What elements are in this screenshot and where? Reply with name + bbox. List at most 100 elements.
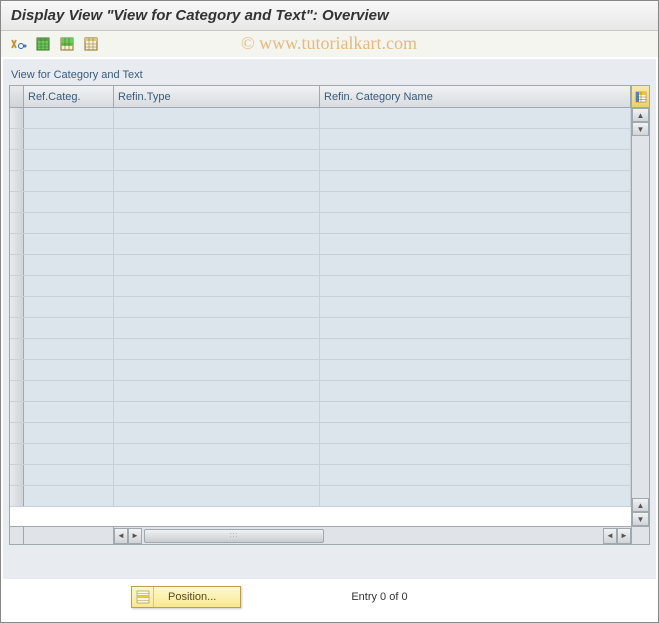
toggle-display-change-button[interactable] xyxy=(9,35,29,53)
scroll-down-button[interactable]: ▼ xyxy=(632,122,649,136)
cell[interactable] xyxy=(320,423,631,443)
cell[interactable] xyxy=(114,318,320,338)
column-header-refcateg[interactable]: Ref.Categ. xyxy=(24,86,114,107)
cell[interactable] xyxy=(114,234,320,254)
cell[interactable] xyxy=(24,444,114,464)
cell[interactable] xyxy=(320,108,631,128)
cell[interactable] xyxy=(114,297,320,317)
cell[interactable] xyxy=(320,318,631,338)
cell[interactable] xyxy=(320,297,631,317)
cell[interactable] xyxy=(114,381,320,401)
cell[interactable] xyxy=(24,192,114,212)
toolbar: © www.tutorialkart.com xyxy=(1,31,658,57)
row-selector[interactable] xyxy=(10,276,24,296)
row-selector[interactable] xyxy=(10,444,24,464)
scroll-right-button-2[interactable]: ► xyxy=(617,528,631,544)
cell[interactable] xyxy=(114,255,320,275)
table-row xyxy=(10,150,631,171)
scroll-up-button-2[interactable]: ▲ xyxy=(632,498,649,512)
cell[interactable] xyxy=(24,360,114,380)
cell[interactable] xyxy=(320,402,631,422)
cell[interactable] xyxy=(24,423,114,443)
cell[interactable] xyxy=(24,276,114,296)
cell[interactable] xyxy=(24,150,114,170)
cell[interactable] xyxy=(114,486,320,506)
row-selector[interactable] xyxy=(10,171,24,191)
cell[interactable] xyxy=(320,276,631,296)
cell[interactable] xyxy=(320,150,631,170)
column-header-refincatname[interactable]: Refin. Category Name xyxy=(320,86,631,107)
cell[interactable] xyxy=(114,465,320,485)
cell[interactable] xyxy=(320,381,631,401)
cell[interactable] xyxy=(24,129,114,149)
cell[interactable] xyxy=(114,129,320,149)
cell[interactable] xyxy=(24,486,114,506)
cell[interactable] xyxy=(320,192,631,212)
cell[interactable] xyxy=(320,213,631,233)
cell[interactable] xyxy=(320,171,631,191)
row-selector[interactable] xyxy=(10,381,24,401)
cell[interactable] xyxy=(114,360,320,380)
cell[interactable] xyxy=(114,444,320,464)
cell[interactable] xyxy=(24,234,114,254)
vertical-scrollbar[interactable]: ▲ ▼ ▲ ▼ xyxy=(631,108,649,526)
select-block-button[interactable] xyxy=(57,35,77,53)
cell[interactable] xyxy=(24,171,114,191)
cell[interactable] xyxy=(114,402,320,422)
scroll-left-button[interactable]: ◄ xyxy=(114,528,128,544)
cell[interactable] xyxy=(320,360,631,380)
column-header-refintype[interactable]: Refin.Type xyxy=(114,86,320,107)
cell[interactable] xyxy=(320,444,631,464)
grid-header-row: Ref.Categ. Refin.Type Refin. Category Na… xyxy=(10,86,649,108)
cell[interactable] xyxy=(114,192,320,212)
cell[interactable] xyxy=(24,381,114,401)
row-selector[interactable] xyxy=(10,318,24,338)
grid-corner[interactable] xyxy=(10,86,24,107)
row-selector[interactable] xyxy=(10,486,24,506)
row-selector[interactable] xyxy=(10,255,24,275)
cell[interactable] xyxy=(114,276,320,296)
cell[interactable] xyxy=(114,423,320,443)
position-button[interactable]: Position... xyxy=(131,586,241,608)
row-selector[interactable] xyxy=(10,213,24,233)
cell[interactable] xyxy=(24,402,114,422)
cell[interactable] xyxy=(114,171,320,191)
cell[interactable] xyxy=(320,234,631,254)
row-selector[interactable] xyxy=(10,402,24,422)
cell[interactable] xyxy=(320,486,631,506)
cell[interactable] xyxy=(320,129,631,149)
cell[interactable] xyxy=(114,339,320,359)
row-selector[interactable] xyxy=(10,423,24,443)
row-selector[interactable] xyxy=(10,129,24,149)
cell[interactable] xyxy=(24,108,114,128)
row-selector[interactable] xyxy=(10,150,24,170)
cell[interactable] xyxy=(320,339,631,359)
cell[interactable] xyxy=(114,108,320,128)
cell[interactable] xyxy=(24,339,114,359)
scroll-down-button-2[interactable]: ▼ xyxy=(632,512,649,526)
select-all-button[interactable] xyxy=(33,35,53,53)
row-selector[interactable] xyxy=(10,234,24,254)
row-selector[interactable] xyxy=(10,360,24,380)
scroll-left-button-2[interactable]: ◄ xyxy=(603,528,617,544)
cell[interactable] xyxy=(320,465,631,485)
scroll-up-button[interactable]: ▲ xyxy=(632,108,649,122)
deselect-all-button[interactable] xyxy=(81,35,101,53)
scroll-right-button[interactable]: ► xyxy=(128,528,142,544)
table-settings-button[interactable] xyxy=(631,86,649,107)
cell[interactable] xyxy=(320,255,631,275)
hscroll-thumb[interactable]: ::: xyxy=(144,529,324,543)
cell[interactable] xyxy=(24,213,114,233)
row-selector[interactable] xyxy=(10,465,24,485)
cell[interactable] xyxy=(114,213,320,233)
row-selector[interactable] xyxy=(10,339,24,359)
cell[interactable] xyxy=(24,318,114,338)
cell[interactable] xyxy=(24,297,114,317)
row-selector[interactable] xyxy=(10,297,24,317)
row-selector[interactable] xyxy=(10,192,24,212)
cell[interactable] xyxy=(114,150,320,170)
cell[interactable] xyxy=(24,255,114,275)
hscroll-track[interactable]: ◄ ► ::: ◄ ► xyxy=(114,527,631,544)
cell[interactable] xyxy=(24,465,114,485)
row-selector[interactable] xyxy=(10,108,24,128)
